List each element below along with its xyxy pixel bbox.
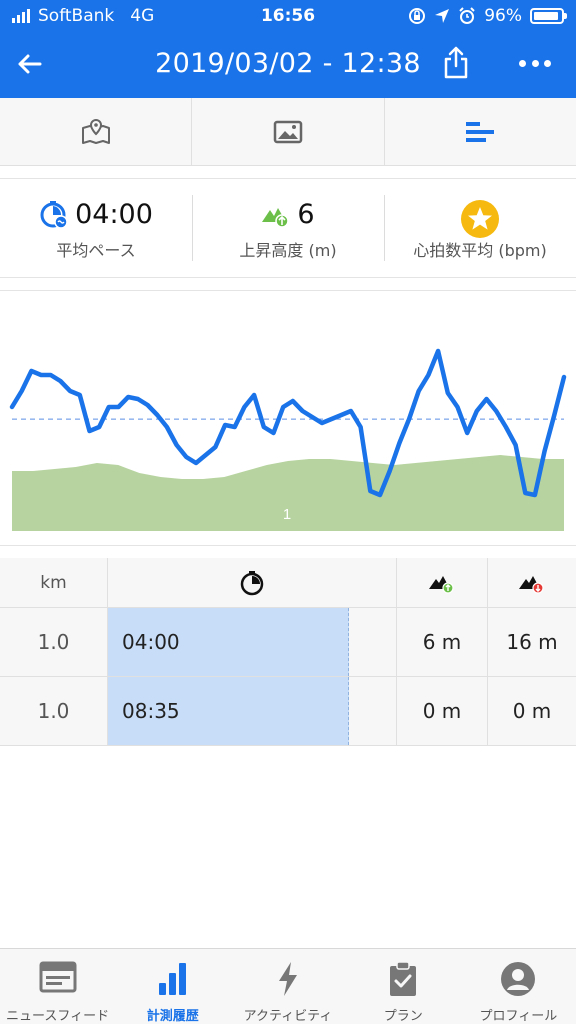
row-time: 08:35 xyxy=(107,677,396,745)
star-icon xyxy=(461,200,499,238)
tab-map[interactable] xyxy=(0,98,193,165)
descent-icon xyxy=(519,575,544,594)
nav-plan[interactable]: プラン xyxy=(346,949,461,1024)
stat-average-pace: 04:00 平均ペース xyxy=(0,179,192,277)
splits-table: km 1.0 04:00 6 m 16 m 1.0 08:35 0 m 0 m xyxy=(0,558,576,746)
pace-elevation-chart: 1 xyxy=(0,290,576,546)
location-arrow-icon xyxy=(435,9,450,23)
chart-svg: 1 xyxy=(9,348,567,531)
nav-history-label: 計測履歴 xyxy=(146,1009,199,1024)
row-ascent: 0 m xyxy=(396,677,487,745)
row-time: 04:00 xyxy=(107,608,396,676)
nav-newsfeed-label: ニュースフィード xyxy=(6,1009,110,1024)
stopwatch-icon xyxy=(240,570,264,595)
top-bar: SoftBank 4G 16:56 96% 2019/03/02 - 12:38 xyxy=(0,0,576,98)
clipboard-check-icon xyxy=(390,961,417,996)
more-dots-icon[interactable] xyxy=(519,56,551,70)
orientation-lock-icon xyxy=(409,8,426,24)
view-tabs xyxy=(0,98,576,166)
nav-profile[interactable]: プロフィール xyxy=(461,949,576,1024)
header-descent xyxy=(487,558,576,607)
nav-plan-label: プラン xyxy=(383,1009,423,1024)
bottom-nav: ニュースフィード 計測履歴 アクティビティ プラン プロフィール xyxy=(0,948,576,1024)
share-icon[interactable] xyxy=(442,46,470,80)
nav-newsfeed[interactable]: ニュースフィード xyxy=(0,949,115,1024)
table-row[interactable]: 1.0 08:35 0 m 0 m xyxy=(0,677,576,746)
pace-icon xyxy=(40,200,68,229)
nav-history[interactable]: 計測履歴 xyxy=(115,949,230,1024)
header-km: km xyxy=(40,572,67,593)
stat-heart-rate: 心拍数平均 (bpm) xyxy=(384,179,576,277)
page-title: 2019/03/02 - 12:38 xyxy=(155,48,421,79)
nav-activity[interactable]: アクティビティ xyxy=(230,949,345,1024)
stat-elevation-gain-label: 上昇高度 (m) xyxy=(239,241,337,260)
elevation-area-label: 1 xyxy=(283,506,291,523)
status-bar: SoftBank 4G 16:56 96% xyxy=(0,0,576,34)
header-ascent xyxy=(396,558,487,607)
row-time-value: 04:00 xyxy=(122,630,180,654)
header-time xyxy=(107,558,396,607)
alarm-icon xyxy=(459,7,475,24)
tab-image[interactable] xyxy=(192,98,385,165)
lightning-icon xyxy=(279,962,297,996)
history-chart-icon xyxy=(158,963,186,995)
elevation-gain-icon xyxy=(262,207,290,228)
battery-percent: 96% xyxy=(484,6,522,26)
profile-icon xyxy=(501,962,536,996)
table-row[interactable]: 1.0 04:00 6 m 16 m xyxy=(0,608,576,677)
stat-elevation-gain: 6 上昇高度 (m) xyxy=(192,179,384,277)
stat-heart-rate-label: 心拍数平均 (bpm) xyxy=(413,241,547,260)
tab-splits[interactable] xyxy=(385,98,576,165)
ascent-icon xyxy=(429,575,454,594)
summary-stats: 04:00 平均ペース 6 上昇高度 (m) 心拍数平均 (bpm) xyxy=(0,178,576,278)
table-header: km xyxy=(0,558,576,608)
row-km: 1.0 xyxy=(37,630,70,654)
row-ascent: 6 m xyxy=(396,608,487,676)
row-time-value: 08:35 xyxy=(122,699,180,723)
battery-icon xyxy=(530,8,567,24)
nav-profile-label: プロフィール xyxy=(479,1009,558,1024)
newsfeed-icon xyxy=(39,961,77,993)
image-icon xyxy=(273,120,303,143)
row-km: 1.0 xyxy=(37,699,70,723)
stat-average-pace-value: 04:00 xyxy=(75,199,153,230)
stat-elevation-gain-value: 6 xyxy=(297,199,315,230)
bar-list-icon xyxy=(466,121,495,142)
row-descent: 0 m xyxy=(487,677,576,745)
row-descent: 16 m xyxy=(487,608,576,676)
stat-average-pace-label: 平均ペース xyxy=(56,241,136,260)
nav-activity-label: アクティビティ xyxy=(243,1009,333,1024)
map-icon xyxy=(81,118,110,144)
